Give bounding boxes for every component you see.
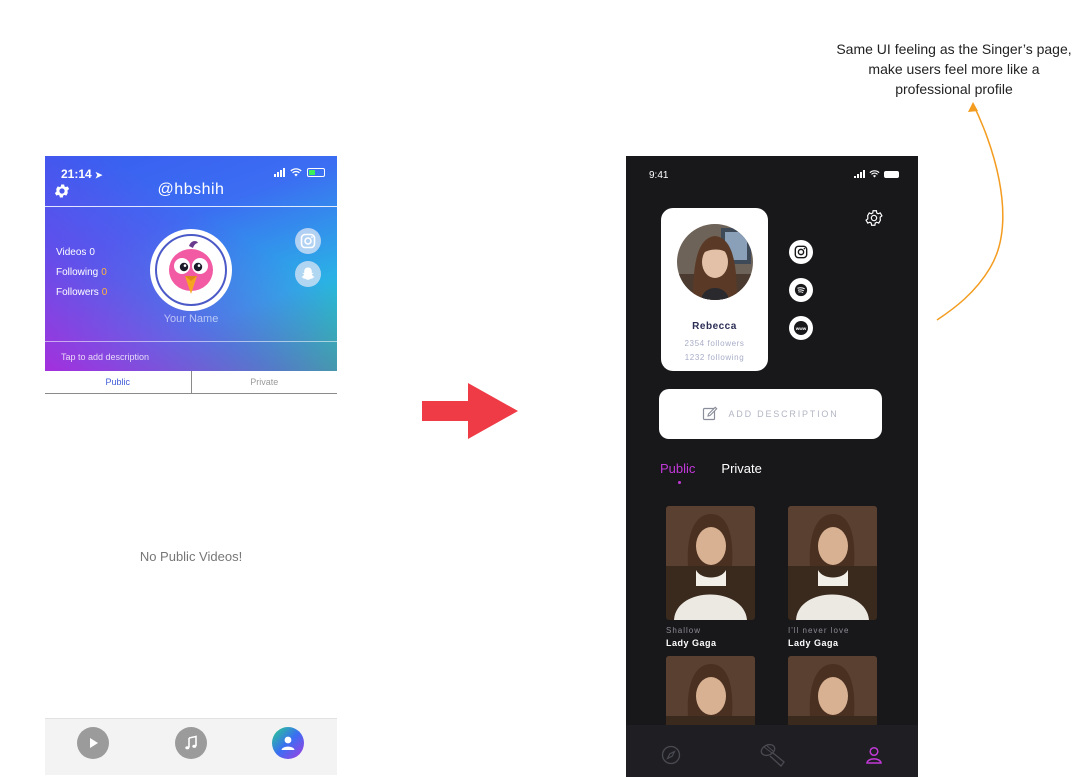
description-placeholder[interactable]: Tap to add description [61,352,149,362]
video-artist: Lady Gaga [788,638,839,648]
tab-public[interactable]: Public [660,461,695,484]
design-canvas: 21:14 ➤ @hbshih Videos 0 Following 0 Follo… [0,0,1080,777]
status-indicators [274,168,325,177]
note-line: make users feel more like a [868,61,1040,77]
status-time: 21:14 ➤ [61,167,103,181]
transition-arrow-icon [422,383,518,439]
profile-icon[interactable] [862,743,886,767]
wifi-icon [290,168,302,177]
www-icon[interactable]: www [789,316,813,340]
settings-gear-icon[interactable] [864,208,884,228]
tab-private[interactable]: Private [192,371,338,393]
snapchat-icon[interactable] [295,261,321,287]
profile-icon[interactable] [272,727,304,759]
stat-value: 0 [89,247,95,258]
profile-handle: @hbshih [157,181,225,198]
signal-icon [854,170,865,178]
old-video-tabs: Public Private [45,371,337,394]
play-icon[interactable] [77,727,109,759]
compass-icon[interactable] [659,743,683,767]
note-pointer-curve [936,102,1004,321]
stat-value: 0 [101,287,108,298]
status-time: 9:41 [649,170,669,181]
old-profile-screen: 21:14 ➤ @hbshih Videos 0 Following 0 Follo… [45,156,337,775]
old-bottom-tabbar [45,718,337,775]
stat-videos[interactable]: Videos 0 [56,243,107,263]
stat-label: Following [56,267,99,278]
new-bottom-tabbar [626,725,918,777]
status-time-text: 21:14 [61,167,92,181]
stat-following[interactable]: Following 0 [56,263,107,283]
avatar[interactable] [150,229,232,311]
video-card[interactable]: I'll never love Lady Gaga [788,506,877,648]
video-thumbnail [788,506,877,620]
note-line: professional profile [895,81,1013,97]
bird-avatar-icon [155,234,227,306]
spotify-icon[interactable] [789,278,813,302]
stat-label: Videos [56,247,87,258]
location-arrow-icon: ➤ [95,170,103,180]
add-description-button[interactable]: ADD DESCRIPTION [659,389,882,439]
edit-icon [703,406,718,421]
profile-name-placeholder[interactable]: Your Name [45,313,337,325]
video-card[interactable]: Shallow Lady Gaga [666,506,755,648]
new-profile-screen: 9:41 Rebecca 2354 followers 1232 followi… [626,156,918,777]
add-description-label: ADD DESCRIPTION [728,409,839,419]
video-thumbnail [666,506,755,620]
signal-icon [274,168,285,177]
profile-photo[interactable] [677,224,753,300]
profile-name: Rebecca [692,321,737,332]
wifi-icon [869,170,880,178]
note-line: Same UI feeling as the Singer’s page, [836,41,1072,57]
video-artist: Lady Gaga [666,638,717,648]
stat-label: Followers [56,287,99,298]
description-divider [45,341,337,342]
design-note: Same UI feeling as the Singer’s page, ma… [826,39,1080,99]
microphone-icon[interactable] [758,743,790,767]
new-video-tabs: Public Private [660,461,762,484]
stat-value: 0 [101,267,107,278]
profile-stats: Videos 0 Following 0 Followers 0 [56,243,107,303]
following-count[interactable]: 1232 following [661,353,768,362]
tab-public[interactable]: Public [45,371,192,393]
instagram-icon[interactable] [295,228,321,254]
music-icon[interactable] [175,727,207,759]
tab-private[interactable]: Private [721,461,761,476]
battery-icon [884,170,899,178]
svg-text:www: www [795,326,807,331]
battery-icon [307,168,325,177]
video-title: I'll never love [788,626,850,635]
stat-followers[interactable]: Followers 0 [56,283,107,303]
instagram-icon[interactable] [789,240,813,264]
video-title: Shallow [666,626,702,635]
followers-count[interactable]: 2354 followers [661,339,768,348]
empty-state-message: No Public Videos! [139,549,243,564]
old-profile-header: 21:14 ➤ @hbshih Videos 0 Following 0 Follo… [45,156,337,371]
status-indicators [854,170,899,178]
profile-card: Rebecca 2354 followers 1232 following [661,208,768,371]
header-divider [45,206,337,207]
